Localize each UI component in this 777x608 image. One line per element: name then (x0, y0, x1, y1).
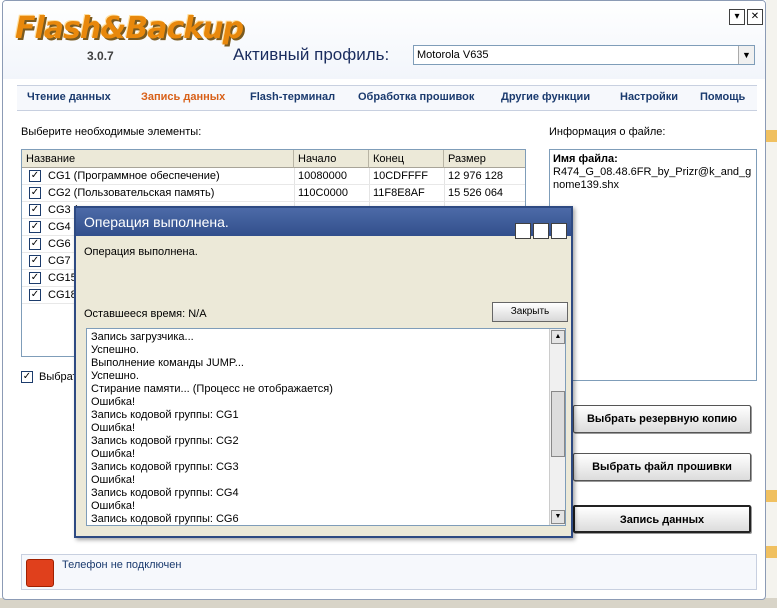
log-line: Ошибка! (91, 500, 136, 512)
log-lines: Запись загрузчика... Успешно. Выполнение… (91, 331, 541, 525)
write-data-button[interactable]: Запись данных (573, 505, 751, 533)
log-line: Стирание памяти... (Процесс не отображае… (91, 383, 333, 395)
log-line: Запись кодовой группы: CG1 (91, 409, 239, 421)
row-end: 11F8E8AF (373, 187, 425, 199)
operation-dialog: Операция выполнена. ▯ ▾ ✕ Операция выполне… (74, 206, 573, 538)
file-name-value: R474_G_08.48.6FR_by_Prizr@k_and_gnome139… (553, 166, 752, 191)
app-version: 3.0.7 (87, 49, 114, 63)
row-checkbox[interactable]: ✓ (29, 204, 41, 216)
select-all-label: Выбрат (39, 371, 78, 383)
log-line: Запись загрузчика... (91, 331, 194, 343)
row-start: 110C0000 (298, 187, 348, 199)
select-firmware-button[interactable]: Выбрать файл прошивки (573, 453, 751, 481)
column-header-name[interactable]: Название (22, 150, 294, 168)
tab-settings[interactable]: Настройки (620, 91, 678, 103)
profile-label: Активный профиль: (233, 45, 390, 64)
scroll-up-icon[interactable]: ▲ (551, 330, 565, 344)
desktop-background (766, 0, 777, 608)
tab-flash-terminal[interactable]: Flash-терминал (250, 91, 335, 103)
close-icon[interactable]: ✕ (551, 223, 567, 239)
row-checkbox[interactable]: ✓ (29, 255, 41, 267)
column-header-end[interactable]: Конец (369, 150, 444, 168)
chevron-down-icon[interactable]: ▼ (738, 46, 754, 64)
desktop-strip (766, 546, 777, 558)
row-size: 15 526 064 (448, 187, 504, 199)
minimize-icon[interactable]: ▾ (533, 223, 549, 239)
select-backup-button[interactable]: Выбрать резервную копию (573, 405, 751, 433)
row-checkbox[interactable]: ✓ (29, 272, 41, 284)
app-logo: Flash&Backup (15, 11, 244, 46)
close-icon[interactable]: ✕ (747, 9, 763, 25)
column-header-start[interactable]: Начало (294, 150, 369, 168)
time-left: Оставшееся время: N/A (84, 308, 207, 320)
row-size: 12 976 128 (448, 170, 504, 182)
row-checkbox[interactable]: ✓ (29, 238, 41, 250)
scroll-down-icon[interactable]: ▼ (551, 510, 565, 524)
status-bar: Телефон не подключен (21, 554, 757, 590)
file-info-box: Имя файла: R474_G_08.48.6FR_by_Prizr@k_a… (549, 149, 757, 381)
file-name-label: Имя файла: (553, 153, 618, 165)
log-line: Ошибка! (91, 474, 136, 486)
profile-value: Motorola V635 (417, 49, 489, 61)
dialog-controls: ▯ ▾ ✕ (513, 214, 567, 242)
table-row[interactable]: ✓ CG2 (Пользовательская память) 110C0000… (22, 185, 525, 202)
row-checkbox[interactable]: ✓ (29, 221, 41, 233)
select-elements-label: Выберите необходимые элементы: (21, 126, 202, 138)
table-row[interactable]: ✓ CG1 (Программное обеспечение) 10080000… (22, 168, 525, 185)
header: Flash&Backup 3.0.7 ▾ ✕ Активный профиль: … (3, 1, 765, 79)
desktop-strip (766, 130, 777, 142)
select-all-checkbox[interactable]: ✓ (21, 371, 33, 383)
tab-other-functions[interactable]: Другие функции (501, 91, 590, 103)
desktop-strip (766, 490, 777, 502)
dialog-title: Операция выполнена. (84, 214, 229, 230)
file-info-label: Информация о файле: (549, 126, 666, 138)
dialog-close-button[interactable]: Закрыть (492, 302, 568, 322)
scroll-thumb[interactable] (551, 391, 565, 457)
log-output[interactable]: Запись загрузчика... Успешно. Выполнение… (86, 328, 566, 526)
status-text: Телефон не подключен (62, 559, 182, 571)
row-checkbox[interactable]: ✓ (29, 170, 41, 182)
log-line: Успешно. (91, 370, 139, 382)
row-checkbox[interactable]: ✓ (29, 289, 41, 301)
log-line: Ошибка! (91, 396, 136, 408)
window-controls: ▾ ✕ (727, 9, 763, 25)
profile-select[interactable]: Motorola V635 ▼ (413, 45, 755, 65)
tab-write-data[interactable]: Запись данных (141, 91, 225, 103)
column-header-size[interactable]: Размер (444, 150, 525, 168)
row-name: CG2 (Пользовательская память) (48, 187, 215, 199)
tab-bar: Чтение данных Запись данных Flash-термин… (17, 85, 757, 111)
log-line: Успешно. (91, 344, 139, 356)
log-line: Ошибка! (91, 448, 136, 460)
log-line: Запись кодовой группы: CG6 (91, 513, 239, 525)
tab-read-data[interactable]: Чтение данных (27, 91, 111, 103)
minimize-icon[interactable]: ▾ (729, 9, 745, 25)
log-line: Запись кодовой группы: CG2 (91, 435, 239, 447)
status-led-icon (26, 559, 54, 587)
log-line: Запись кодовой группы: CG3 (91, 461, 239, 473)
tab-help[interactable]: Помощь (700, 91, 745, 103)
row-name: CG1 (Программное обеспечение) (48, 170, 220, 182)
dialog-message: Операция выполнена. (84, 246, 198, 258)
log-line: Ошибка! (91, 422, 136, 434)
tab-firmware-processing[interactable]: Обработка прошивок (358, 91, 474, 103)
log-scrollbar[interactable]: ▲ ▼ (549, 329, 565, 525)
log-line: Запись кодовой группы: CG4 (91, 487, 239, 499)
document-icon[interactable]: ▯ (515, 223, 531, 239)
log-line: Выполнение команды JUMP... (91, 357, 244, 369)
row-end: 10CDFFFF (373, 170, 428, 182)
dialog-title-bar[interactable]: Операция выполнена. ▯ ▾ ✕ (76, 208, 571, 239)
row-start: 10080000 (298, 170, 347, 182)
row-checkbox[interactable]: ✓ (29, 187, 41, 199)
